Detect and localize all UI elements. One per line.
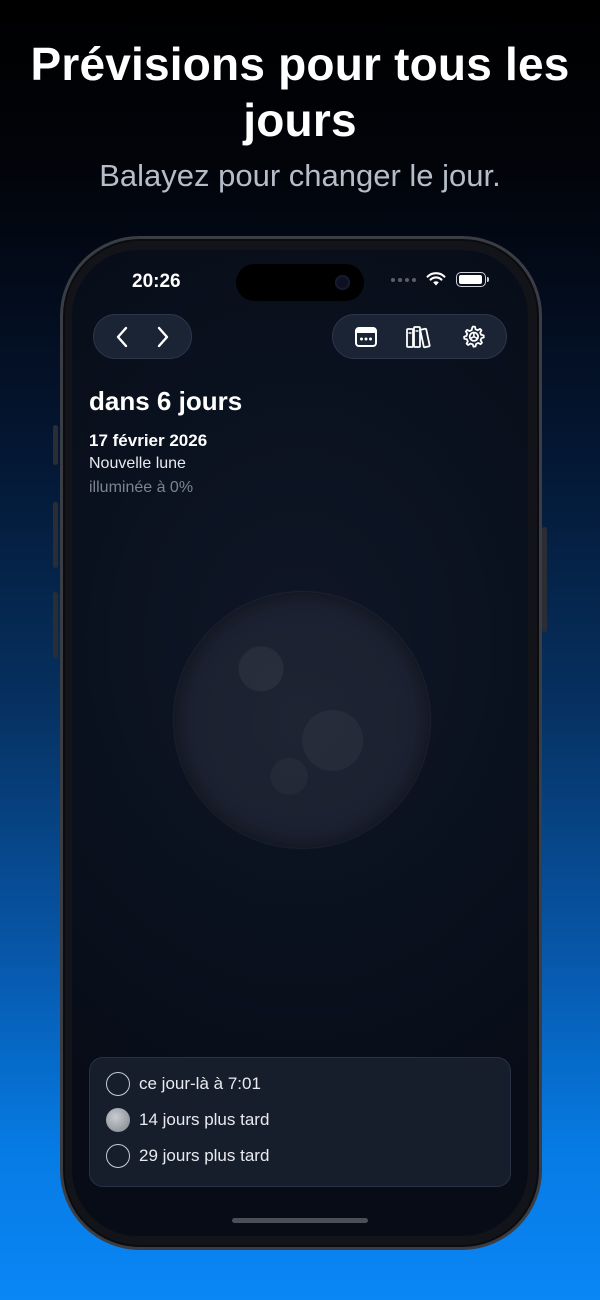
wifi-icon bbox=[426, 272, 446, 286]
home-indicator[interactable] bbox=[232, 1218, 368, 1223]
hero-title: Prévisions pour tous les jours bbox=[30, 38, 570, 146]
phone-volume-up-button bbox=[53, 502, 58, 568]
event-row[interactable]: ce jour-là à 7:01 bbox=[106, 1066, 494, 1102]
previous-day-button[interactable] bbox=[104, 319, 140, 355]
new-moon-icon bbox=[106, 1072, 130, 1096]
event-label: ce jour-là à 7:01 bbox=[139, 1074, 261, 1093]
calendar-icon bbox=[354, 326, 377, 347]
chevron-right-icon bbox=[157, 326, 168, 347]
hero-subtitle: Balayez pour changer le jour. bbox=[99, 158, 501, 193]
battery-level bbox=[459, 275, 482, 284]
battery-icon bbox=[456, 272, 489, 287]
date-label: 17 février 2026 bbox=[89, 431, 208, 450]
illumination-label: illuminée à 0% bbox=[89, 479, 194, 496]
new-moon-icon bbox=[106, 1144, 130, 1168]
chevron-left-icon bbox=[117, 326, 128, 347]
phone-power-button bbox=[542, 527, 547, 632]
phone-action-button bbox=[53, 425, 58, 465]
library-button[interactable] bbox=[401, 319, 437, 355]
settings-button[interactable] bbox=[455, 319, 491, 355]
phone-screen: 20:26 dans 6 jours 17 février 2026 Nouve… bbox=[72, 250, 528, 1236]
cellular-signal-icon bbox=[391, 277, 416, 282]
event-row[interactable]: 29 jours plus tard bbox=[106, 1138, 494, 1174]
event-row[interactable]: 14 jours plus tard bbox=[106, 1102, 494, 1138]
next-day-button[interactable] bbox=[145, 319, 181, 355]
phone-volume-down-button bbox=[53, 592, 58, 658]
upcoming-phases-card: ce jour-là à 7:01 14 jours plus tard 29 … bbox=[89, 1057, 511, 1187]
calendar-button[interactable] bbox=[348, 319, 384, 355]
event-label: 29 jours plus tard bbox=[139, 1146, 270, 1165]
dynamic-island bbox=[236, 264, 364, 301]
event-label: 14 jours plus tard bbox=[139, 1110, 270, 1129]
moon-phase-name: Nouvelle lune bbox=[89, 455, 186, 472]
toolbar-actions bbox=[332, 314, 507, 359]
full-moon-icon bbox=[106, 1108, 130, 1132]
camera-icon bbox=[335, 275, 350, 290]
moon-image[interactable] bbox=[174, 592, 430, 848]
status-indicators bbox=[391, 272, 489, 287]
status-time: 20:26 bbox=[132, 271, 181, 292]
relative-day-title: dans 6 jours bbox=[89, 386, 243, 416]
books-icon bbox=[406, 325, 432, 348]
gear-icon bbox=[463, 325, 485, 348]
day-navigation bbox=[93, 314, 192, 359]
